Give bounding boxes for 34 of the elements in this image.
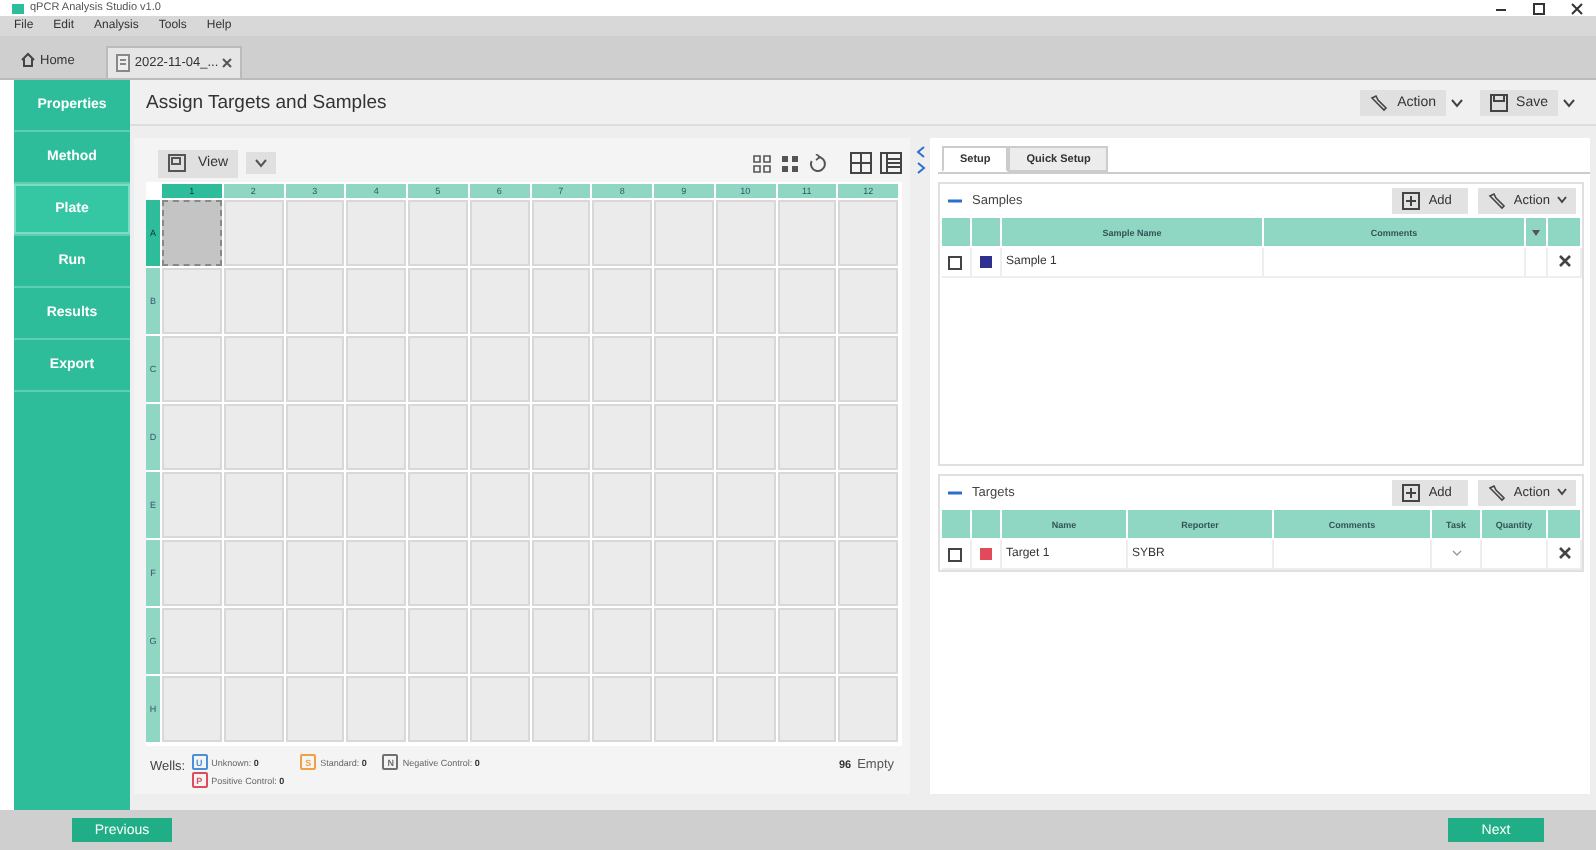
wrench-icon — [1487, 191, 1508, 209]
home-icon — [20, 52, 36, 68]
add-icon — [1402, 483, 1421, 501]
row-checkbox[interactable] — [948, 255, 963, 269]
plate-well[interactable] — [162, 200, 222, 266]
expand-icon[interactable] — [752, 153, 772, 173]
wrench-icon — [1369, 93, 1390, 111]
grid-view-icon[interactable] — [850, 152, 872, 174]
save-icon — [1490, 93, 1509, 111]
color-swatch[interactable] — [980, 548, 992, 560]
dropdown-caret-icon — [1556, 488, 1568, 496]
refresh-icon[interactable] — [808, 153, 828, 173]
expand-right-icon[interactable] — [915, 162, 925, 174]
color-swatch[interactable] — [980, 256, 992, 268]
view-icon — [168, 154, 186, 172]
maximize-icon[interactable] — [1532, 1, 1546, 15]
page-title: Assign Targets and Samples — [146, 91, 387, 113]
dropdown-caret-icon[interactable] — [1562, 97, 1576, 107]
table-view-icon[interactable] — [880, 152, 902, 174]
document-icon — [116, 54, 131, 72]
dropdown-caret-icon[interactable] — [246, 152, 277, 174]
row-checkbox[interactable] — [948, 547, 963, 561]
collapse-left-icon[interactable] — [915, 146, 925, 158]
dropdown-caret-icon[interactable] — [1450, 97, 1465, 107]
delete-icon[interactable] — [1557, 253, 1571, 267]
app-logo-icon — [12, 3, 24, 13]
delete-icon[interactable] — [1557, 545, 1571, 559]
wrench-icon — [1487, 483, 1508, 501]
dropdown-caret-icon[interactable] — [1532, 229, 1540, 235]
collapse-icon[interactable] — [780, 153, 800, 173]
add-icon — [1402, 191, 1421, 209]
close-icon[interactable] — [1570, 1, 1584, 15]
close-icon[interactable] — [222, 58, 233, 68]
dropdown-caret-icon — [1556, 196, 1568, 204]
